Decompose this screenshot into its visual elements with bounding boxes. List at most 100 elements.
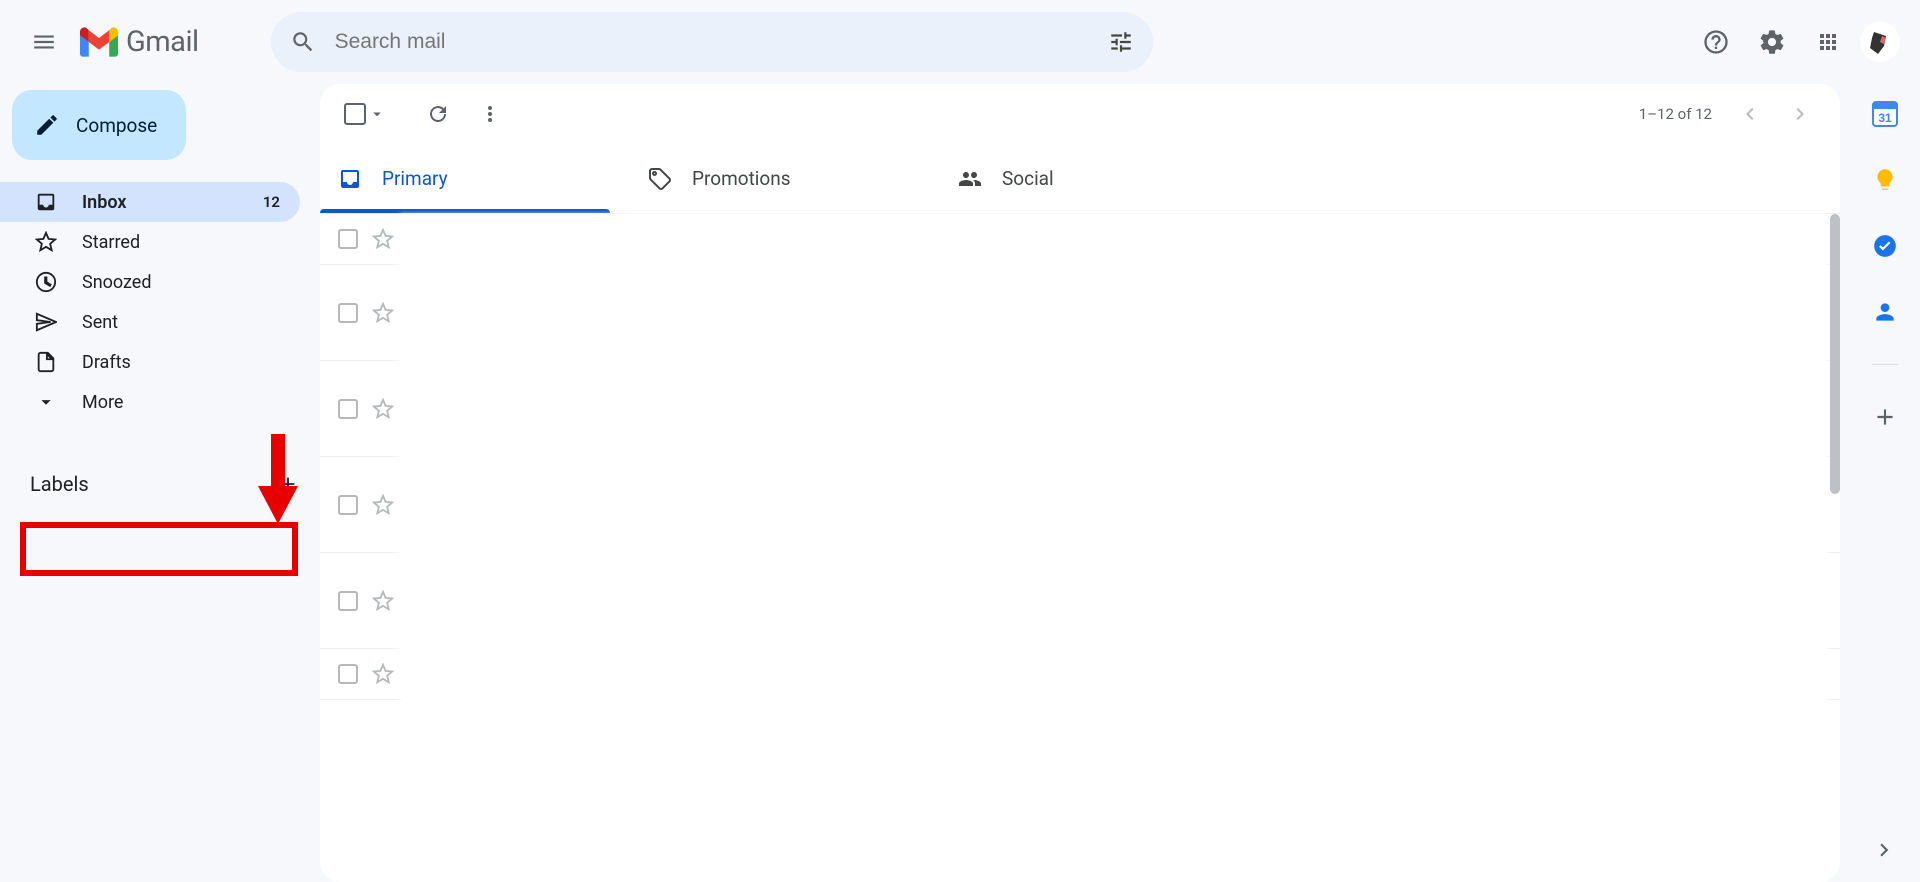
- send-icon: [35, 311, 57, 333]
- search-input[interactable]: [335, 30, 1089, 54]
- gmail-m-icon: [80, 27, 118, 57]
- labels-section: Labels: [0, 462, 320, 506]
- row-checkbox[interactable]: [338, 591, 358, 611]
- mail-toolbar: 1–12 of 12: [320, 84, 1840, 144]
- sidebar-item-label: Drafts: [82, 352, 131, 373]
- sidebar-item-starred[interactable]: Starred: [0, 222, 300, 262]
- sidebar-item-label: Snoozed: [82, 272, 152, 293]
- star-outline-icon: [372, 663, 394, 685]
- star-outline-icon: [372, 302, 394, 324]
- apps-grid-icon: [1816, 30, 1840, 54]
- annotation-highlight-box: [20, 522, 298, 576]
- plus-icon: [277, 473, 299, 495]
- sidebar-item-label: Starred: [82, 232, 140, 253]
- gmail-logo[interactable]: Gmail: [80, 25, 199, 59]
- compose-label: Compose: [76, 114, 157, 137]
- row-checkbox[interactable]: [338, 664, 358, 684]
- calendar-icon: 31: [1871, 100, 1899, 128]
- mail-list: [320, 214, 1840, 882]
- inbox-tab-icon: [338, 167, 362, 191]
- sidebar-item-inbox[interactable]: Inbox 12: [0, 182, 300, 222]
- inbox-icon: [35, 191, 57, 213]
- refresh-button[interactable]: [416, 92, 460, 136]
- main-menu-button[interactable]: [20, 18, 68, 66]
- google-apps-button[interactable]: [1804, 18, 1852, 66]
- labels-header-text: Labels: [30, 472, 89, 496]
- checkbox-icon: [344, 103, 366, 125]
- chevron-right-icon: [1788, 102, 1812, 126]
- star-outline-icon: [372, 228, 394, 250]
- hide-side-panel-button[interactable]: [1862, 828, 1906, 872]
- sidebar-item-sent[interactable]: Sent: [0, 302, 300, 342]
- people-icon: [958, 167, 982, 191]
- sidebar-item-label: More: [82, 392, 123, 413]
- tab-social[interactable]: Social: [940, 144, 1250, 213]
- nav-list: Inbox 12 Starred Snoozed Sent Drafts: [0, 182, 320, 422]
- prev-page-button[interactable]: [1728, 92, 1772, 136]
- mailbox-panel: 1–12 of 12 Primary Promotions: [320, 84, 1840, 882]
- tab-primary[interactable]: Primary: [320, 144, 630, 213]
- scrollbar[interactable]: [1830, 214, 1840, 494]
- tag-icon: [648, 167, 672, 191]
- more-actions-button[interactable]: [468, 92, 512, 136]
- tasks-icon: [1872, 233, 1898, 259]
- star-outline-icon: [372, 398, 394, 420]
- main-area: 1–12 of 12 Primary Promotions: [320, 84, 1920, 882]
- hamburger-icon: [31, 29, 57, 55]
- star-outline-icon: [372, 494, 394, 516]
- create-label-button[interactable]: [274, 470, 302, 498]
- account-avatar[interactable]: [1860, 22, 1900, 62]
- next-page-button[interactable]: [1778, 92, 1822, 136]
- row-checkbox[interactable]: [338, 303, 358, 323]
- sidebar-item-label: Sent: [82, 312, 118, 333]
- search-button[interactable]: [279, 18, 327, 66]
- support-button[interactable]: [1692, 18, 1740, 66]
- blurred-content: [400, 214, 1828, 882]
- tasks-app-button[interactable]: [1863, 224, 1907, 268]
- side-panel-divider: [1872, 364, 1898, 365]
- calendar-app-button[interactable]: 31: [1863, 92, 1907, 136]
- avatar-image-icon: [1860, 22, 1900, 62]
- svg-text:31: 31: [1878, 111, 1892, 125]
- sidebar-item-drafts[interactable]: Drafts: [0, 342, 300, 382]
- select-all-checkbox[interactable]: [338, 97, 392, 131]
- pencil-icon: [34, 112, 60, 138]
- tab-label: Primary: [382, 167, 448, 190]
- page-indicator: 1–12 of 12: [1639, 105, 1712, 123]
- search-bar[interactable]: [271, 12, 1153, 72]
- gear-icon: [1758, 28, 1786, 56]
- labels-header-row: Labels: [0, 462, 320, 506]
- sidebar-item-snoozed[interactable]: Snoozed: [0, 262, 300, 302]
- star-icon: [35, 231, 57, 253]
- tune-icon: [1108, 29, 1134, 55]
- header: Gmail: [0, 0, 1920, 84]
- tab-label: Promotions: [692, 167, 791, 190]
- get-addons-button[interactable]: [1863, 395, 1907, 439]
- keep-app-button[interactable]: [1863, 158, 1907, 202]
- more-vert-icon: [478, 102, 502, 126]
- row-checkbox[interactable]: [338, 495, 358, 515]
- contacts-icon: [1872, 299, 1898, 325]
- dropdown-caret-icon: [368, 105, 386, 123]
- refresh-icon: [426, 102, 450, 126]
- category-tabs: Primary Promotions Social: [320, 144, 1840, 214]
- inbox-count: 12: [263, 193, 280, 211]
- sidebar-item-more[interactable]: More: [0, 382, 300, 422]
- contacts-app-button[interactable]: [1863, 290, 1907, 334]
- gmail-logo-text: Gmail: [126, 25, 199, 59]
- chevron-down-icon: [35, 391, 57, 413]
- tab-promotions[interactable]: Promotions: [630, 144, 940, 213]
- plus-icon: [1872, 404, 1898, 430]
- chevron-right-icon: [1871, 837, 1897, 863]
- star-outline-icon: [372, 590, 394, 612]
- side-panel: 31: [1850, 84, 1920, 882]
- compose-button[interactable]: Compose: [12, 90, 186, 160]
- row-checkbox[interactable]: [338, 229, 358, 249]
- file-icon: [35, 351, 57, 373]
- search-icon: [290, 29, 316, 55]
- keep-icon: [1872, 167, 1898, 193]
- search-options-button[interactable]: [1097, 18, 1145, 66]
- settings-button[interactable]: [1748, 18, 1796, 66]
- row-checkbox[interactable]: [338, 399, 358, 419]
- tab-label: Social: [1002, 167, 1054, 190]
